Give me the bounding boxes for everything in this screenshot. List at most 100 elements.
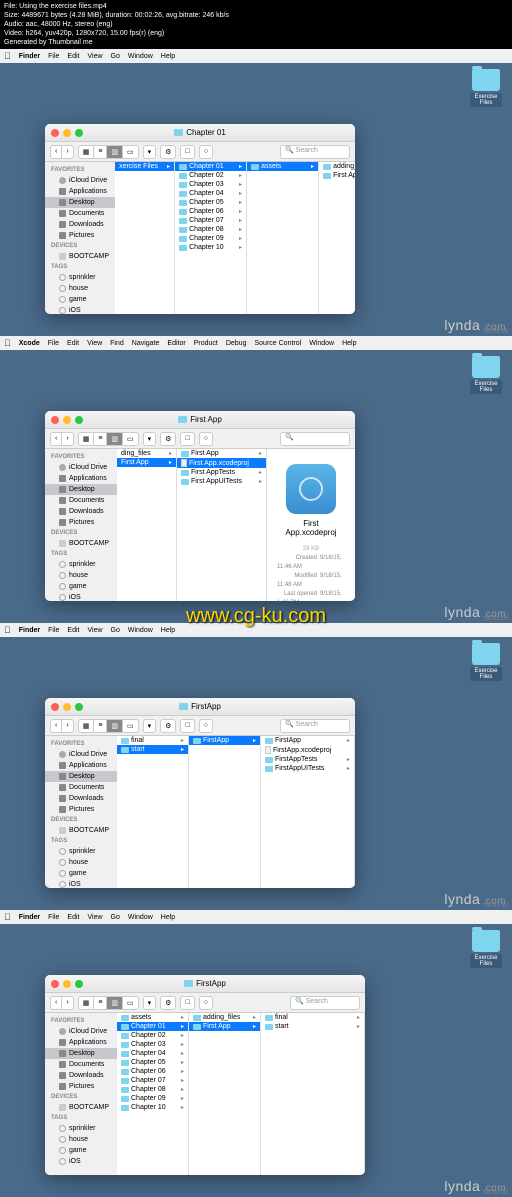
traffic-lights bbox=[45, 129, 83, 137]
nav-forward-button[interactable]: › bbox=[61, 145, 73, 159]
zoom-button[interactable] bbox=[75, 129, 83, 137]
column-item[interactable]: adding_files▸ bbox=[319, 162, 355, 171]
column-item[interactable]: First App▸ bbox=[319, 171, 355, 180]
sidebar-section-tags: Tags bbox=[45, 262, 115, 272]
tag-icon bbox=[59, 296, 66, 303]
menu-window[interactable]: Window bbox=[128, 53, 153, 60]
column-item[interactable]: Chapter 10▸ bbox=[175, 243, 246, 252]
desktop-folder-exercise-files[interactable]: Exercise Files bbox=[470, 356, 502, 394]
sidebar-item-icloud[interactable]: iCloud Drive bbox=[45, 175, 115, 186]
menubar[interactable]:  Xcode File Edit View Find Navigate Edi… bbox=[0, 336, 512, 350]
app-menu[interactable]: Xcode bbox=[19, 340, 40, 347]
tag-icon bbox=[59, 307, 66, 314]
column-item[interactable]: Chapter 01▸ bbox=[175, 162, 246, 171]
toolbar: ‹› ▦ ≡ ▥ ▭ ▾ ⚙ □ ○ 🔍 Search bbox=[45, 142, 355, 162]
nav-back-button[interactable]: ‹ bbox=[50, 432, 61, 446]
view-list-button[interactable]: ≡ bbox=[93, 145, 106, 159]
menubar[interactable]:  Finder File Edit View Go Window Help bbox=[0, 49, 512, 63]
window-title: Chapter 01 bbox=[45, 128, 355, 137]
doc-icon bbox=[59, 210, 66, 217]
column-item[interactable]: assets▸ bbox=[247, 162, 318, 171]
thumbnail-frame-2:  Xcode File Edit View Find Navigate Edi… bbox=[0, 336, 512, 623]
column-2: Chapter 01▸ Chapter 02▸ Chapter 03▸ Chap… bbox=[175, 162, 247, 314]
nav-back-button[interactable]: ‹ bbox=[50, 145, 61, 159]
menu-file[interactable]: File bbox=[48, 53, 59, 60]
menubar[interactable]:  Finder File Edit View Go Window Help bbox=[0, 910, 512, 924]
desktop-folder-exercise-files[interactable]: Exercise Files bbox=[470, 69, 502, 107]
search-input[interactable]: 🔍 bbox=[280, 432, 350, 446]
sidebar-tag[interactable]: house bbox=[45, 283, 115, 294]
watermark: www.cg-ku.com bbox=[0, 605, 512, 628]
column-item[interactable]: Chapter 04▸ bbox=[175, 189, 246, 198]
finder-window[interactable]: FirstApp ‹› ▦≡▥▭ ▾⚙□○ 🔍 Search Favorites… bbox=[45, 698, 355, 888]
finder-window[interactable]: Chapter 01 ‹› ▦ ≡ ▥ ▭ ▾ ⚙ □ ○ 🔍 Search F… bbox=[45, 124, 355, 314]
search-input[interactable]: 🔍 Search bbox=[280, 145, 350, 159]
xcodeproj-icon bbox=[286, 464, 336, 514]
thumbnail-frame-3:  Finder File Edit View Go Window Help E… bbox=[0, 623, 512, 910]
column-item[interactable]: Chapter 06▸ bbox=[175, 207, 246, 216]
column-item[interactable]: Chapter 05▸ bbox=[175, 198, 246, 207]
download-icon bbox=[59, 221, 66, 228]
sidebar: Favorites iCloud Drive Applications Desk… bbox=[45, 162, 115, 314]
app-menu[interactable]: Finder bbox=[19, 53, 40, 60]
thumbnail-frame-1:  Finder File Edit View Go Window Help E… bbox=[0, 49, 512, 336]
view-cover-button[interactable]: ▭ bbox=[122, 145, 139, 159]
menu-view[interactable]: View bbox=[87, 53, 102, 60]
view-column-button[interactable]: ▥ bbox=[106, 145, 122, 159]
menu-help[interactable]: Help bbox=[161, 53, 175, 60]
sidebar-item-desktop[interactable]: Desktop bbox=[45, 197, 115, 208]
desktop-icon bbox=[59, 199, 66, 206]
view-icon-button[interactable]: ▦ bbox=[78, 145, 94, 159]
column-item[interactable]: Chapter 02▸ bbox=[175, 171, 246, 180]
folder-icon bbox=[472, 356, 500, 378]
titlebar[interactable]: Chapter 01 bbox=[45, 124, 355, 142]
column-item[interactable]: xercise Files▸ bbox=[115, 162, 174, 171]
close-button[interactable] bbox=[51, 129, 59, 137]
disk-icon bbox=[59, 253, 66, 260]
titlebar[interactable]: First App bbox=[45, 411, 355, 429]
finder-window[interactable]: First App ‹› ▦≡▥▭ ▾⚙□○ 🔍 Favorites iClou… bbox=[45, 411, 355, 601]
toolbar: ‹› ▦≡▥▭ ▾⚙□○ 🔍 bbox=[45, 429, 355, 449]
menu-edit[interactable]: Edit bbox=[67, 53, 79, 60]
desktop-folder-exercise-files[interactable]: Exercise Files bbox=[470, 930, 502, 968]
column-item[interactable]: Chapter 08▸ bbox=[175, 225, 246, 234]
sidebar-tag[interactable]: game bbox=[45, 294, 115, 305]
action-button[interactable]: ⚙ bbox=[160, 145, 176, 159]
share-button[interactable]: □ bbox=[180, 145, 194, 159]
menu-go[interactable]: Go bbox=[111, 53, 120, 60]
arrange-button[interactable]: ▾ bbox=[143, 145, 157, 159]
sidebar-item-downloads[interactable]: Downloads bbox=[45, 219, 115, 230]
timestamp: 00:00:39 bbox=[485, 329, 508, 335]
minimize-button[interactable] bbox=[63, 416, 71, 424]
tags-button[interactable]: ○ bbox=[199, 145, 213, 159]
window-title: First App bbox=[45, 415, 355, 424]
pictures-icon bbox=[59, 232, 66, 239]
column-item[interactable]: Chapter 03▸ bbox=[175, 180, 246, 189]
video-metadata: File: Using the exercise files.mp4 Size:… bbox=[0, 0, 512, 49]
minimize-button[interactable] bbox=[63, 129, 71, 137]
zoom-button[interactable] bbox=[75, 416, 83, 424]
apple-menu-icon[interactable]:  bbox=[4, 338, 11, 348]
column-item[interactable]: Chapter 09▸ bbox=[175, 234, 246, 243]
nav-forward-button[interactable]: › bbox=[61, 432, 73, 446]
sidebar-tag[interactable]: iOS bbox=[45, 305, 115, 314]
sidebar-tag[interactable]: sprinkler bbox=[45, 272, 115, 283]
thumbnail-frame-4:  Finder File Edit View Go Window Help E… bbox=[0, 910, 512, 1197]
sidebar-item-documents[interactable]: Documents bbox=[45, 208, 115, 219]
preview-pane: First App.xcodeproj 29 KB Created9/18/15… bbox=[267, 449, 355, 601]
sidebar-item-applications[interactable]: Applications bbox=[45, 186, 115, 197]
sidebar-item-bootcamp[interactable]: BOOTCAMP bbox=[45, 251, 115, 262]
folder-icon bbox=[472, 69, 500, 91]
close-button[interactable] bbox=[51, 416, 59, 424]
app-icon bbox=[59, 188, 66, 195]
finder-window[interactable]: FirstApp ‹› ▦≡▥▭ ▾⚙□○ 🔍 Search Favorites… bbox=[45, 975, 365, 1175]
sidebar-item-pictures[interactable]: Pictures bbox=[45, 230, 115, 241]
sidebar-section-devices: Devices bbox=[45, 241, 115, 251]
desktop-folder-exercise-files[interactable]: Exercise Files bbox=[470, 643, 502, 681]
column-item[interactable]: Chapter 07▸ bbox=[175, 216, 246, 225]
sidebar-section-favorites: Favorites bbox=[45, 165, 115, 175]
tag-icon bbox=[59, 274, 66, 281]
tag-icon bbox=[59, 285, 66, 292]
cloud-icon bbox=[59, 177, 66, 184]
apple-menu-icon[interactable]:  bbox=[4, 51, 11, 61]
